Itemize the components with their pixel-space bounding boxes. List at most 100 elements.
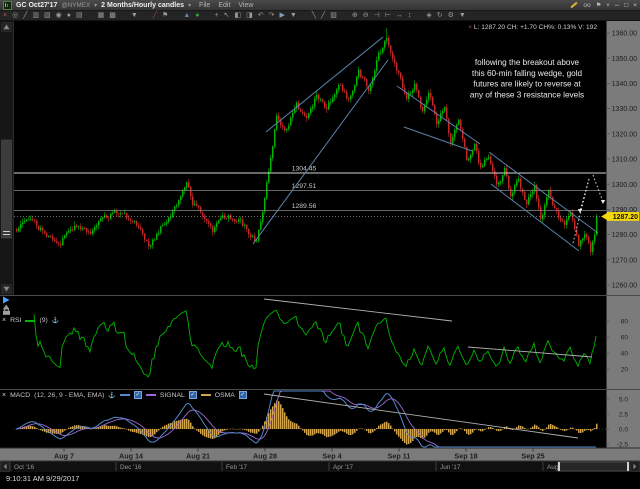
macd-line-swatch	[119, 394, 130, 396]
minimize-button[interactable]: ─	[615, 2, 620, 9]
redo-icon[interactable]: ↷	[269, 11, 275, 20]
link-rings-icon[interactable]: oo	[583, 2, 590, 9]
grid-icon[interactable]: ▩	[109, 11, 116, 20]
symbol-dropdown-caret[interactable]: ▾	[94, 2, 97, 9]
paint-icon[interactable]: ▧	[44, 11, 51, 20]
symbol-title[interactable]: GC Oct27'17	[16, 2, 57, 9]
caret-icon[interactable]: ▼	[459, 11, 466, 20]
scrollbar-month-label: Jun '17	[440, 464, 461, 471]
dot-icon[interactable]: ●	[67, 11, 71, 20]
scrollbar-thumb[interactable]	[557, 461, 630, 472]
resistance-label: 1304.45	[292, 165, 317, 172]
date-tick-label: Sep 11	[388, 452, 411, 461]
center-h-icon[interactable]: ↔	[396, 11, 403, 20]
panel-right-icon[interactable]: ◨	[246, 11, 253, 20]
svg-text:1270.00: 1270.00	[612, 257, 637, 264]
app-icon	[3, 0, 12, 10]
filter-icon[interactable]: ▼	[131, 11, 138, 20]
rsi-label[interactable]: RSI	[10, 317, 21, 324]
svg-text:60: 60	[621, 334, 629, 341]
date-tick-label: Sep 25	[521, 452, 544, 461]
eye-icon[interactable]: ◉	[56, 11, 62, 20]
timeframe-selector[interactable]: 2 Months/Hourly candles	[101, 2, 184, 9]
date-tick-label: Aug 14	[119, 452, 143, 461]
zoom-out-icon[interactable]: ⊖	[363, 11, 369, 20]
cursor-icon[interactable]: ↖	[224, 11, 230, 20]
snap-right-icon[interactable]: ⊢	[385, 11, 391, 20]
timeframe-dropdown-caret[interactable]: ▾	[188, 2, 191, 9]
delete-icon[interactable]: ×	[3, 11, 7, 20]
rsi-anchor-icon[interactable]: ⚓	[52, 317, 59, 324]
date-tick-label: Sep 18	[454, 452, 477, 461]
columns-icon[interactable]: ▥	[32, 11, 39, 20]
svg-text:40: 40	[621, 350, 629, 357]
plus-icon[interactable]: +	[215, 11, 219, 20]
signal-visibility-checkbox[interactable]: ✓	[188, 391, 197, 399]
flag-dropdown-caret[interactable]: ▾	[606, 1, 609, 9]
annotation-line: this 60-min falling wedge, gold	[472, 69, 583, 78]
annotate-icon[interactable]: ╱	[153, 11, 157, 20]
menu-view[interactable]: View	[238, 2, 253, 9]
zoom-in-icon[interactable]: ⊕	[352, 11, 358, 20]
pen-tool-icon[interactable]: ╱	[321, 11, 325, 20]
line-tool-icon[interactable]: ╲	[312, 11, 316, 20]
svg-text:1350.00: 1350.00	[612, 56, 637, 63]
mountain-icon[interactable]: ▲	[183, 11, 190, 20]
annotation-line: any of these 3 resistance levels	[470, 90, 584, 99]
osma-visibility-checkbox[interactable]: ✓	[238, 391, 247, 399]
flag-tool-icon[interactable]: ⚑	[162, 11, 168, 20]
svg-text:1340.00: 1340.00	[612, 81, 637, 88]
status-bar: 9:10:31 AM 9/29/2017	[0, 472, 640, 489]
svg-text:1300.00: 1300.00	[612, 182, 637, 189]
macd-label[interactable]: MACD	[10, 392, 30, 399]
folder-icon[interactable]: ▤	[76, 11, 83, 20]
flag-icon[interactable]: ⚑	[596, 1, 602, 9]
filter2-icon[interactable]: ▼	[290, 11, 297, 20]
pencil-icon[interactable]: ╱	[23, 11, 27, 20]
scrollbar-month-label: Oct '16	[14, 464, 34, 471]
svg-text:0.0: 0.0	[619, 426, 628, 433]
signal-line-swatch	[145, 394, 156, 396]
signal-label: SIGNAL	[159, 391, 185, 399]
time-scrollbar[interactable]	[0, 461, 640, 472]
menu-edit[interactable]: Edit	[218, 2, 230, 9]
macd-anchor-icon[interactable]: ⚓	[108, 392, 115, 399]
svg-text:1330.00: 1330.00	[612, 106, 637, 113]
menu-file[interactable]: File	[199, 2, 210, 9]
snap-left-icon[interactable]: ⊣	[374, 11, 380, 20]
rsi-line-swatch	[25, 319, 36, 322]
svg-text:-2.5: -2.5	[617, 441, 629, 448]
layout-icon[interactable]: ▦	[98, 11, 105, 20]
center-v-icon[interactable]: ↕	[408, 11, 412, 20]
scrollbar-month-label: Feb '17	[226, 464, 248, 471]
resistance-label: 1289.56	[292, 203, 317, 210]
vscroll-thumb[interactable]	[1, 139, 12, 239]
osma-line-swatch	[200, 394, 211, 396]
panel-left-icon[interactable]: ◧	[234, 11, 241, 20]
crosshair-icon[interactable]: ◎	[12, 11, 18, 20]
svg-text:1287.20: 1287.20	[613, 214, 638, 221]
svg-text:80: 80	[621, 318, 629, 325]
trading-app-window: GC Oct27'17 @NYMEX ▾ 2 Months/Hourly can…	[0, 0, 640, 489]
draw-pencil-icon[interactable]	[570, 1, 579, 9]
titlebar: GC Oct27'17 @NYMEX ▾ 2 Months/Hourly can…	[0, 0, 640, 10]
close-button[interactable]: ×	[633, 2, 637, 9]
undo-icon[interactable]: ↶	[258, 11, 264, 20]
macd-close-button[interactable]: ×	[2, 392, 6, 399]
gear-icon[interactable]: ⚙	[448, 11, 454, 20]
chart-canvas[interactable]: 1360.00 1350.00 1340.00 1330.00 1320.00 1310.…	[0, 21, 640, 472]
macd-visibility-checkbox[interactable]: ✓	[133, 391, 142, 399]
scrollbar-month-label: Dec '16	[120, 464, 142, 471]
svg-text:1310.00: 1310.00	[612, 157, 637, 164]
globe-icon[interactable]: ●	[195, 11, 199, 20]
refresh-icon[interactable]: ↻	[437, 11, 443, 20]
annotation-line: following the breakout above	[475, 58, 580, 67]
hatch-icon[interactable]: ▨	[330, 11, 337, 20]
target-icon[interactable]: ◈	[426, 11, 431, 20]
forward-icon[interactable]: ▶	[279, 11, 284, 20]
lock-icon[interactable]	[3, 310, 10, 315]
osma-label: OSMA	[214, 391, 235, 399]
rsi-close-button[interactable]: ×	[2, 317, 6, 324]
date-tick-label: Aug 21	[186, 452, 210, 461]
maximize-button[interactable]: □	[624, 2, 628, 9]
